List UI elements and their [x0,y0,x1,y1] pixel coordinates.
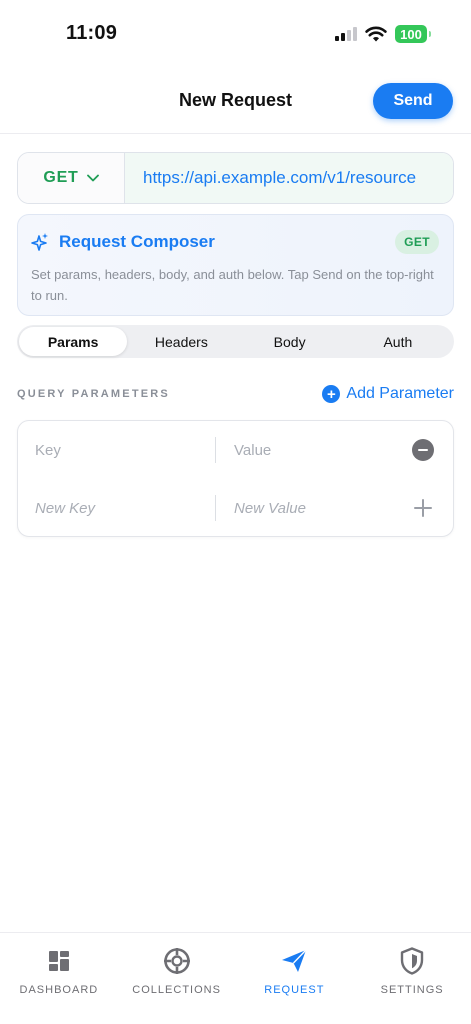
composer-title: Request Composer [59,232,215,251]
new-key-field[interactable]: New Key [18,500,215,517]
add-parameter-label: Add Parameter [346,385,454,402]
status-bar: 11:09 100 [0,0,471,60]
remove-row-icon[interactable] [412,439,434,461]
plus-circle-icon: + [322,385,341,403]
dashboard-icon [45,947,73,975]
tab-request[interactable]: REQUEST [236,933,354,1024]
add-row-icon[interactable] [412,497,434,519]
request-composer-card: Request Composer GET Set params, headers… [17,214,454,316]
tab-label: REQUEST [264,984,325,996]
method-label: GET [43,169,79,186]
url-input[interactable]: https://api.example.com/v1/resource [125,153,453,203]
request-section-tabs: Params Headers Body Auth [17,325,454,358]
params-table: Key Value New Key New Value [17,420,454,537]
method-badge: GET [395,230,439,254]
wifi-icon [365,26,387,42]
key-field[interactable]: Key [18,442,215,459]
method-dropdown[interactable]: GET [18,153,125,203]
composer-header: Request Composer GET [31,229,439,255]
cellular-signal-icon [335,27,357,41]
query-parameters-header: QUERY PARAMETERS + Add Parameter [17,382,454,406]
composer-description: Set params, headers, body, and auth belo… [31,267,434,303]
chevron-down-icon [86,174,99,182]
table-row: New Key New Value [18,479,453,537]
bottom-tab-bar: DASHBOARD COLLECTIONS REQUEST SETTINGS [0,932,471,1024]
tab-dashboard[interactable]: DASHBOARD [0,933,118,1024]
sparkles-icon [31,233,48,251]
url-bar: GET https://api.example.com/v1/resource [17,152,454,204]
table-row: Key Value [18,421,453,479]
shield-icon [398,947,426,975]
new-value-field[interactable]: New Value [216,500,412,517]
paper-plane-icon [280,947,308,975]
tab-params[interactable]: Params [19,327,128,356]
tab-label: COLLECTIONS [132,984,221,996]
tab-body[interactable]: Body [236,327,344,356]
section-title: QUERY PARAMETERS [17,388,170,400]
tab-headers[interactable]: Headers [127,327,235,356]
tab-label: SETTINGS [380,984,444,996]
value-field[interactable]: Value [216,442,412,459]
battery-icon: 100 [395,25,431,43]
tab-settings[interactable]: SETTINGS [353,933,471,1024]
send-button[interactable]: Send [373,83,453,119]
status-icons: 100 [335,25,431,43]
status-time: 11:09 [66,22,118,44]
tab-label: DASHBOARD [19,984,99,996]
tab-auth[interactable]: Auth [344,327,452,356]
tab-collections[interactable]: COLLECTIONS [118,933,236,1024]
nav-bar: New Request Send [0,70,471,134]
collections-icon [163,947,191,975]
add-parameter-button[interactable]: + Add Parameter [322,385,454,403]
